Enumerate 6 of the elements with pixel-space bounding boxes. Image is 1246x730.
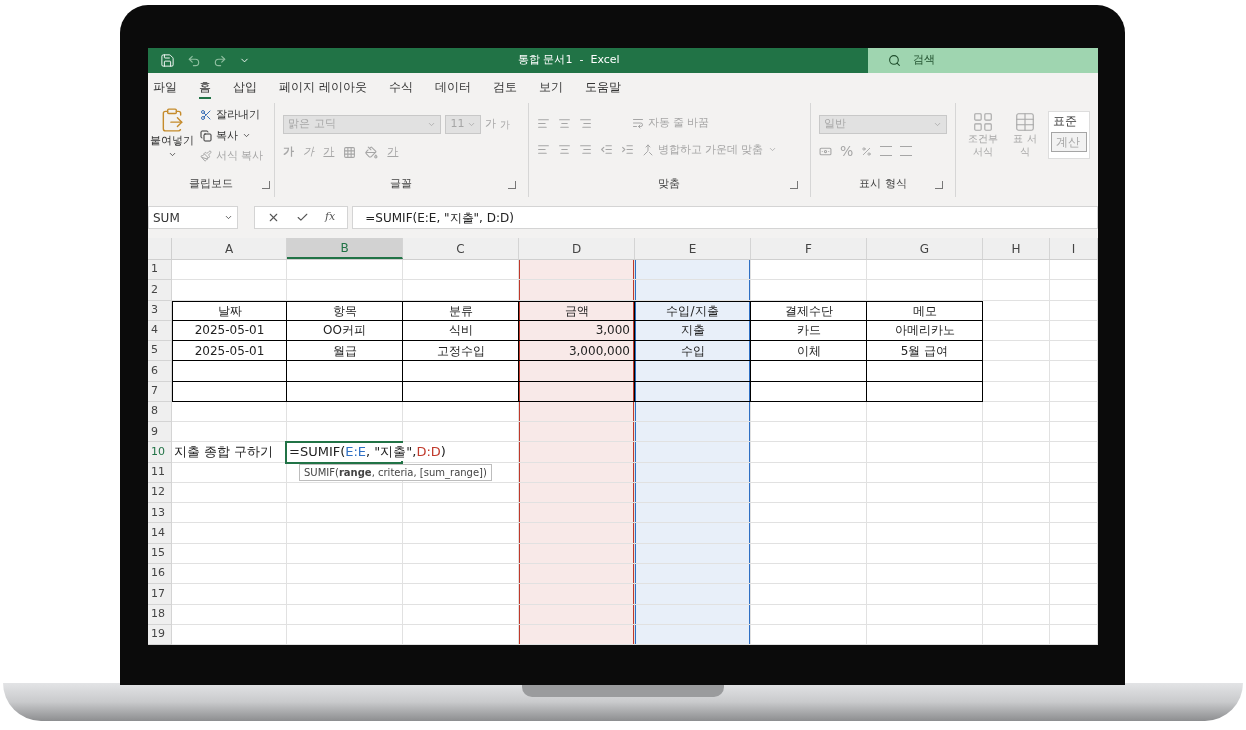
group-label: 맞춤 (658, 175, 681, 192)
window-title: 통합 문서1 - Excel (518, 52, 620, 69)
function-tooltip: SUMIF(range, criteria, [sum_range]) (299, 464, 492, 482)
group-label: 글꼴 (390, 175, 413, 192)
group-label: 표시 형식 (859, 175, 907, 192)
group-label: 클립보드 (189, 175, 234, 192)
